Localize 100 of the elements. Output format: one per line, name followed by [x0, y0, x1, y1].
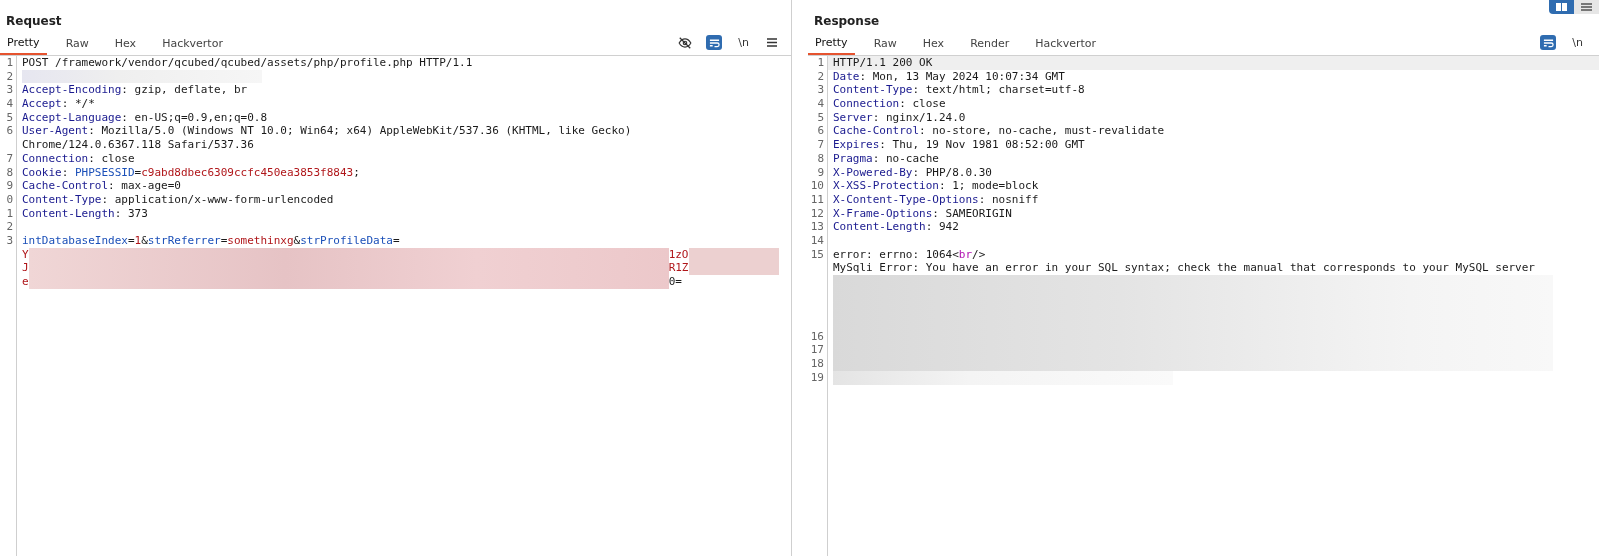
editor-tab[interactable]: Render	[963, 33, 1017, 55]
code-text: : nosniff	[978, 192, 1039, 207]
code-text: X-Frame-Options	[833, 206, 933, 221]
code-text: User-Agent	[22, 124, 89, 139]
code-text: Pragma	[833, 151, 873, 166]
wrap-icon[interactable]	[706, 35, 723, 51]
line-number: 11	[810, 192, 824, 206]
code-text: : no-store, no-cache, must-revalidate	[919, 124, 1165, 139]
editor-tab[interactable]: Raw	[866, 33, 904, 55]
line-number: 14	[810, 233, 824, 247]
code-text: intDatabaseIndex	[22, 233, 128, 248]
line-number: 3	[817, 83, 824, 97]
line-number: 18	[810, 357, 824, 371]
code-text: :	[61, 165, 70, 180]
code-text: : nginx/1.24.0	[872, 110, 966, 125]
code-text: J	[22, 261, 29, 275]
code-text: Content-Length	[22, 206, 115, 221]
code-text: Content-Type	[22, 192, 102, 207]
code-text: : application/x-www-form-urlencoded	[101, 192, 334, 207]
code-text: ;	[353, 165, 360, 180]
code-text: Accept-Language	[22, 110, 122, 125]
code-text: Cookie	[22, 165, 62, 180]
line-number: 5	[6, 110, 13, 124]
code-text: strReferrer	[147, 233, 221, 248]
editor-tab[interactable]: Hex	[107, 33, 144, 55]
line-number: 0	[6, 192, 13, 206]
code-text: Chrome/124.0.6367.118 Safari/537.36	[22, 138, 254, 152]
code-text: Accept-Encoding	[22, 83, 122, 98]
line-number: 8	[817, 151, 824, 165]
newline-button[interactable]: \n	[734, 34, 753, 51]
editor-tab[interactable]: Raw	[58, 33, 96, 55]
code-text: Y	[22, 247, 29, 262]
code-text: 1zO	[668, 247, 689, 262]
code-text: : text/html; charset=utf-8	[912, 83, 1085, 98]
code-text: Connection	[833, 97, 900, 111]
line-number: 1	[817, 56, 824, 69]
code-text: 1	[134, 233, 142, 248]
code-text: =	[220, 233, 228, 248]
code-text: : 373	[114, 206, 148, 221]
editor-tab[interactable]: Pretty	[0, 33, 47, 55]
line-number: 6	[6, 124, 13, 138]
code-text: X-XSS-Protection	[833, 179, 939, 193]
code-text: error: errno: 1064	[833, 247, 953, 262]
code-text: Date	[833, 69, 860, 84]
code-text: Cache-Control	[22, 179, 109, 193]
line-number: 13	[810, 220, 824, 234]
code-text: />	[972, 247, 986, 262]
editor-tab[interactable]: Hex	[915, 33, 952, 55]
code-text: : close	[88, 151, 135, 166]
code-text: Connection	[22, 151, 89, 166]
code-text: : max-age=0	[108, 179, 181, 193]
code-text: c9abd8dbec6309ccfc450ea3853f8843	[141, 165, 354, 180]
code-text: : */*	[61, 97, 95, 111]
newline-button[interactable]: \n	[1568, 34, 1587, 51]
line-number: 12	[810, 206, 824, 220]
code-text: strProfileData	[300, 233, 393, 248]
code-text: &	[141, 233, 148, 248]
split-view-icon[interactable]	[1549, 0, 1574, 14]
line-number: 8	[6, 165, 13, 179]
code-text: : en-US;q=0.9,en;q=0.8	[121, 110, 268, 125]
code-text: Expires	[833, 138, 880, 152]
menu-icon[interactable]	[765, 35, 779, 50]
code-text: MySqli Error: You have an error in your SQL syntax; check the manual that corresponds to your MySQL server	[833, 261, 1535, 275]
code-text: : 942	[925, 220, 959, 234]
code-text: 0=	[668, 275, 682, 289]
line-number: 1	[6, 206, 13, 220]
code-text: Content-Type	[833, 83, 913, 98]
code-text: somethinxg	[227, 233, 294, 248]
line-number: 10	[810, 179, 824, 193]
code-text: Cache-Control	[833, 124, 920, 139]
line-number: 3	[6, 83, 13, 97]
code-text: PHPSESSID	[75, 165, 135, 180]
list-view-icon[interactable]	[1574, 0, 1599, 14]
code-text: =	[392, 233, 400, 248]
line-number: 15	[810, 247, 824, 261]
code-text: : Thu, 19 Nov 1981 08:52:00 GMT	[879, 138, 1085, 152]
wrap-icon[interactable]	[1540, 35, 1557, 51]
line-number: 7	[817, 138, 824, 152]
code-text: =	[127, 233, 135, 248]
line-number: 16	[810, 329, 824, 343]
line-number: 4	[6, 97, 13, 111]
line-number: 7	[6, 151, 13, 165]
code-text: br	[958, 247, 973, 262]
code-text: : Mon, 13 May 2024 10:07:34 GMT	[859, 69, 1065, 84]
code-text: Accept	[22, 97, 62, 111]
line-number: 17	[810, 343, 824, 357]
code-text: : gzip, deflate, br	[121, 83, 248, 98]
line-number: 2	[6, 220, 13, 234]
code-text: <	[952, 247, 959, 262]
code-text: : close	[899, 97, 946, 111]
code-text: X-Content-Type-Options	[833, 192, 979, 207]
editor-tab[interactable]: Hackvertor	[1028, 33, 1104, 55]
code-text: : PHP/8.0.30	[912, 165, 992, 180]
code-text: Server	[833, 110, 873, 125]
code-text: POST /framework/vendor/qcubed/qcubed/assets/php/profile.php HTTP/1.1	[22, 56, 473, 70]
code-text: =	[134, 165, 142, 180]
editor-tab[interactable]: Hackvertor	[155, 33, 230, 55]
line-number: 2	[6, 69, 13, 83]
code-text: e	[22, 275, 29, 289]
line-number: 6	[817, 124, 824, 138]
